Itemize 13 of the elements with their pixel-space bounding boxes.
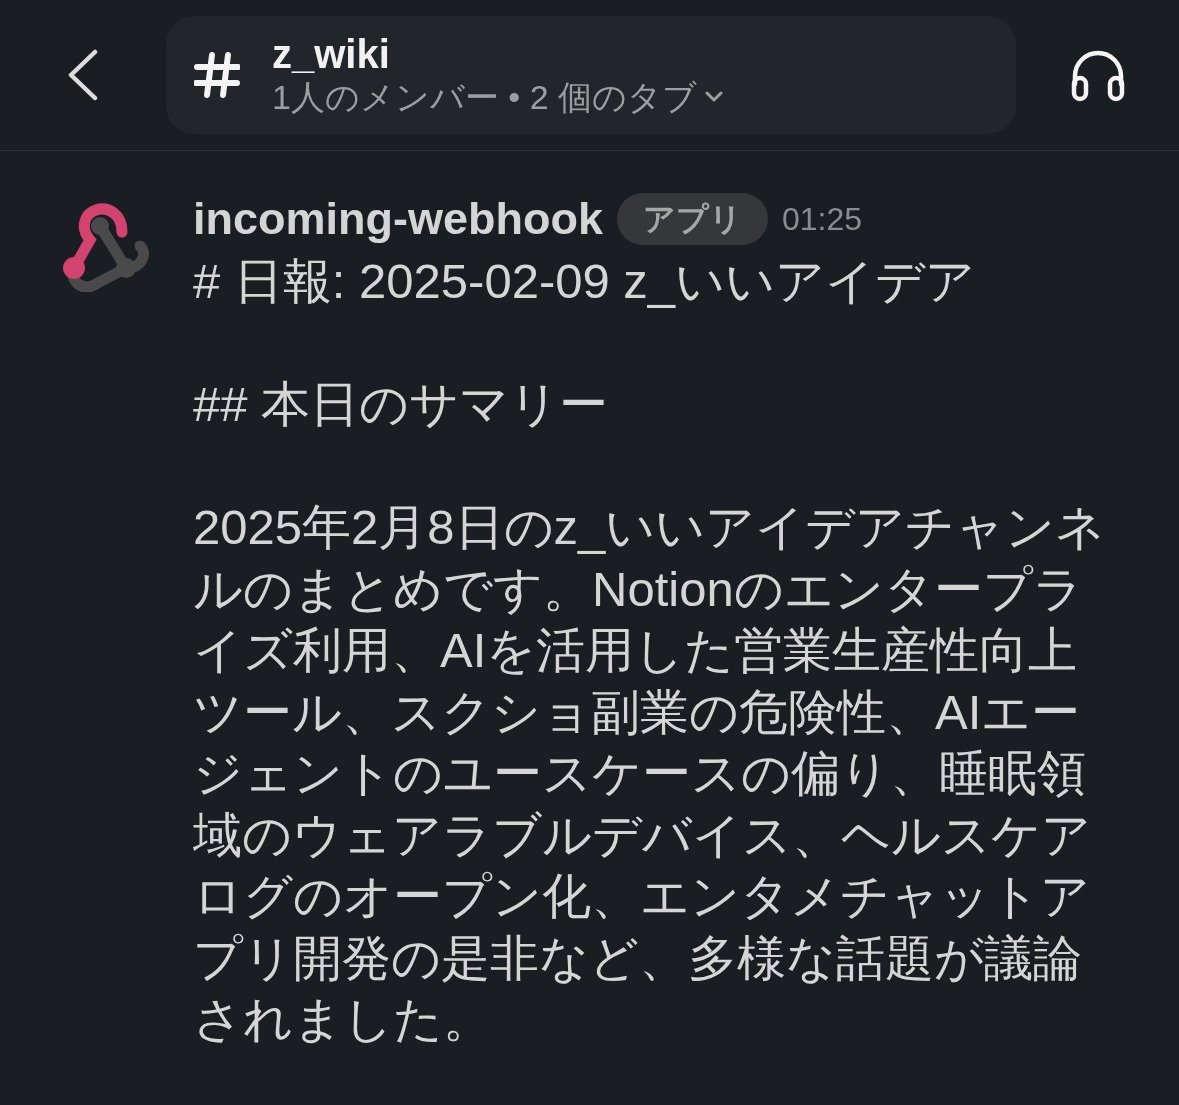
- channel-header-bar[interactable]: z_wiki 1人のメンバー • 2 個のタブ: [166, 16, 1016, 134]
- app-tag: アプリ: [617, 193, 768, 245]
- hash-icon: [194, 52, 240, 98]
- message-text: 2025年2月8日のz_いいアイデアチャンネルのまとめです。Notionのエンタープライズ利用、AIを活用した営業生産性向上ツール、スクショ副業の危険性、AIエージェントのユースケースの偏り、睡眠領域のウェアラブルデバイス、ヘルスケアログのオープン化、エンタメチャットアプリ開発の是非など、多様な話題が議論されました。: [193, 499, 1107, 1048]
- message-text: ## 本日のサマリー: [193, 376, 610, 433]
- message-time: 01:25: [782, 200, 863, 239]
- channel-subtitle: 1人のメンバー • 2 個のタブ: [272, 77, 698, 118]
- caret-icon: [705, 91, 724, 103]
- back-chevron-icon: [67, 49, 99, 101]
- sender-name[interactable]: incoming-webhook: [193, 187, 603, 251]
- channel-title: z_wiki: [272, 32, 391, 76]
- headphones-icon: [1069, 48, 1126, 102]
- message-text: # 日報: 2025-02-09 z_いいアイデア: [193, 253, 977, 310]
